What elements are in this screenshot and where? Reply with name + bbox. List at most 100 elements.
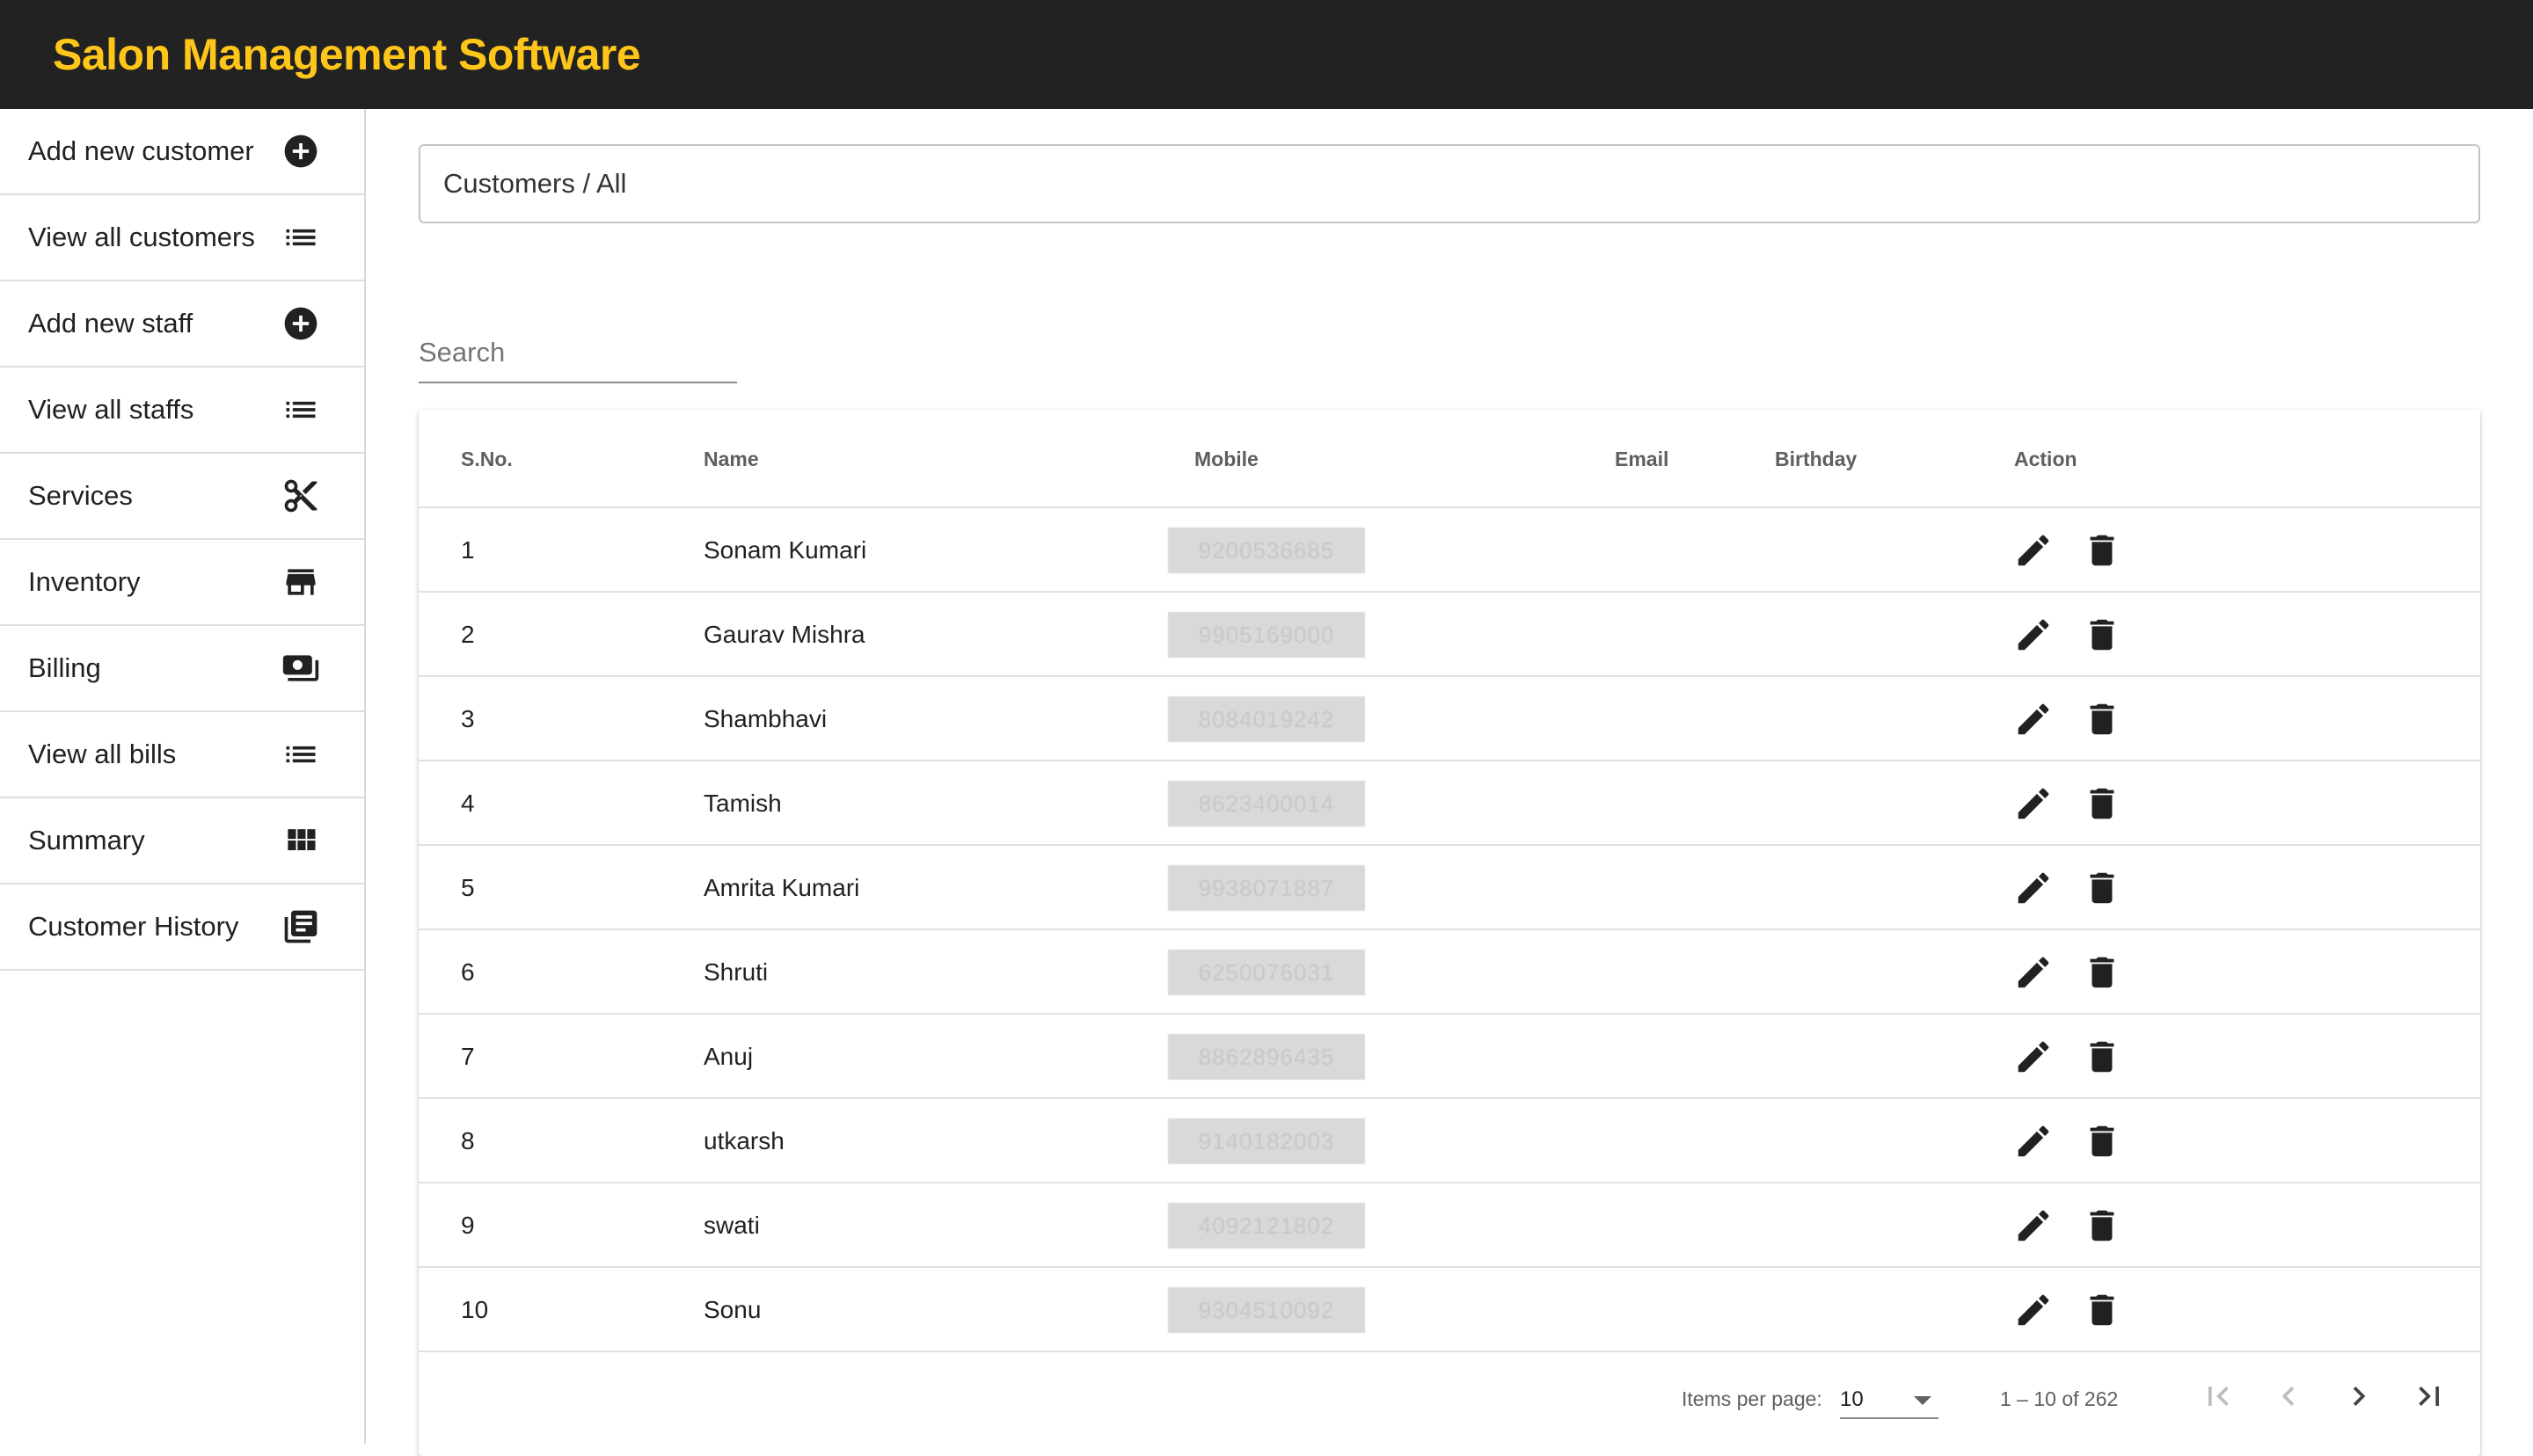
cell-mobile-redacted: 9905169000: [1168, 612, 1365, 658]
delete-button[interactable]: [2081, 614, 2123, 656]
last-page-icon: [2419, 1387, 2439, 1406]
pencil-icon: [2013, 1205, 2054, 1246]
trash-icon: [2082, 615, 2122, 655]
chevron-right-icon: [2353, 1387, 2366, 1406]
search-input[interactable]: [419, 324, 737, 382]
cell-name: Anuj: [704, 1043, 754, 1070]
sidebar-item-label: Billing: [28, 652, 101, 683]
edit-button[interactable]: [2012, 698, 2055, 740]
list-icon: [281, 390, 320, 429]
pencil-icon: [2013, 1037, 2054, 1077]
sidebar-item-services[interactable]: Services: [0, 454, 364, 540]
table-row: 3 Shambhavi 8084019242: [419, 677, 2480, 761]
scissors-icon: [281, 477, 320, 515]
edit-button[interactable]: [2012, 867, 2055, 909]
edit-button[interactable]: [2012, 783, 2055, 825]
edit-button[interactable]: [2012, 1205, 2055, 1247]
header-email: Email: [1615, 447, 1669, 470]
first-page-icon: [2208, 1387, 2229, 1406]
main-content: Customers / All S.No. Name Mobile Email …: [368, 109, 2533, 1456]
sidebar-item-label: Services: [28, 480, 133, 511]
cell-name: Sonam Kumari: [704, 536, 867, 564]
cell-name: utkarsh: [704, 1127, 785, 1154]
sidebar-item-add-new-customer[interactable]: Add new customer: [0, 109, 364, 195]
cell-sno: 8: [461, 1127, 475, 1154]
pencil-icon: [2013, 783, 2054, 824]
sidebar-item-label: Add new staff: [28, 308, 193, 339]
cell-name: Amrita Kumari: [704, 874, 860, 901]
trash-icon: [2082, 530, 2122, 571]
store-icon: [281, 563, 320, 601]
sidebar-item-inventory[interactable]: Inventory: [0, 540, 364, 626]
cell-mobile-redacted: 9200536685: [1168, 528, 1365, 573]
chevron-left-icon: [2281, 1387, 2295, 1406]
trash-icon: [2082, 1121, 2122, 1161]
edit-button[interactable]: [2012, 614, 2055, 656]
edit-button[interactable]: [2012, 1120, 2055, 1162]
customers-table: S.No. Name Mobile Email Birthday Action …: [419, 410, 2480, 1456]
cell-mobile-redacted: 9938071887: [1168, 865, 1365, 911]
table-row: 1 Sonam Kumari 9200536685: [419, 508, 2480, 593]
sidebar-item-label: Inventory: [28, 566, 141, 597]
cell-mobile-redacted: 8862896435: [1168, 1034, 1365, 1080]
items-per-page-select[interactable]: 10: [1840, 1380, 1938, 1419]
cell-sno: 9: [461, 1212, 475, 1239]
sidebar-item-label: View all customers: [28, 222, 255, 252]
add-circle-icon: [281, 304, 320, 343]
search-field: [419, 324, 737, 383]
cell-sno: 6: [461, 958, 475, 986]
items-per-page-label: Items per page:: [1682, 1387, 1822, 1410]
breadcrumb: Customers / All: [419, 144, 2480, 223]
add-circle-icon: [281, 132, 320, 171]
table-header-row: S.No. Name Mobile Email Birthday Action: [419, 410, 2480, 508]
header-sno: S.No.: [461, 447, 513, 470]
delete-button[interactable]: [2081, 951, 2123, 994]
sidebar-item-summary[interactable]: Summary: [0, 798, 364, 885]
delete-button[interactable]: [2081, 698, 2123, 740]
header-birthday: Birthday: [1775, 447, 1858, 470]
delete-button[interactable]: [2081, 1205, 2123, 1247]
cell-sno: 2: [461, 621, 475, 648]
page-range-label: 1 – 10 of 262: [2000, 1387, 2119, 1410]
cell-name: Gaurav Mishra: [704, 621, 865, 648]
delete-button[interactable]: [2081, 529, 2123, 571]
pencil-icon: [2013, 952, 2054, 993]
items-per-page-value: 10: [1840, 1387, 1864, 1411]
delete-button[interactable]: [2081, 783, 2123, 825]
last-page-button[interactable]: [2403, 1370, 2456, 1423]
sidebar-item-add-new-staff[interactable]: Add new staff: [0, 281, 364, 368]
pencil-icon: [2013, 868, 2054, 908]
pencil-icon: [2013, 1121, 2054, 1161]
cell-mobile-redacted: 6250076031: [1168, 950, 1365, 995]
edit-button[interactable]: [2012, 951, 2055, 994]
pencil-icon: [2013, 615, 2054, 655]
edit-button[interactable]: [2012, 529, 2055, 571]
first-page-button[interactable]: [2192, 1370, 2245, 1423]
trash-icon: [2082, 952, 2122, 993]
trash-icon: [2082, 699, 2122, 739]
sidebar-item-view-all-bills[interactable]: View all bills: [0, 712, 364, 798]
delete-button[interactable]: [2081, 1036, 2123, 1078]
cell-name: Shambhavi: [704, 705, 828, 732]
sidebar-item-view-all-customers[interactable]: View all customers: [0, 195, 364, 281]
sidebar: Add new customer View all customers Add …: [0, 109, 366, 1444]
app-title: Salon Management Software: [53, 30, 641, 79]
app-header: Salon Management Software: [0, 0, 2533, 109]
header-mobile: Mobile: [1194, 447, 1259, 470]
table-row: 9 swati 4092121802: [419, 1183, 2480, 1268]
next-page-button[interactable]: [2332, 1370, 2385, 1423]
delete-button[interactable]: [2081, 867, 2123, 909]
sidebar-item-billing[interactable]: Billing: [0, 626, 364, 712]
previous-page-button[interactable]: [2262, 1370, 2315, 1423]
table-row: 8 utkarsh 9140182003: [419, 1099, 2480, 1183]
table-row: 6 Shruti 6250076031: [419, 930, 2480, 1015]
delete-button[interactable]: [2081, 1120, 2123, 1162]
edit-button[interactable]: [2012, 1036, 2055, 1078]
sidebar-item-view-all-staffs[interactable]: View all staffs: [0, 368, 364, 454]
caret-down-icon: [1914, 1396, 1931, 1405]
cell-sno: 7: [461, 1043, 475, 1070]
sidebar-item-customer-history[interactable]: Customer History: [0, 885, 364, 971]
sidebar-item-label: Customer History: [28, 911, 239, 942]
cell-sno: 1: [461, 536, 475, 564]
cell-name: Shruti: [704, 958, 769, 986]
